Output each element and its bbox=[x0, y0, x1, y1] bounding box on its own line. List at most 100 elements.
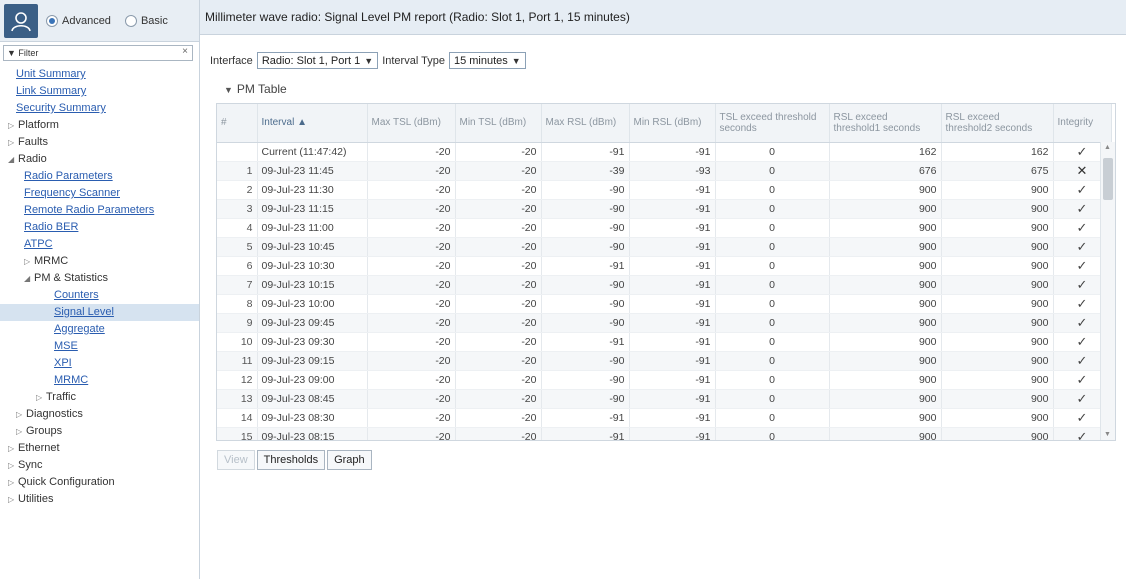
scrollbar-thumb[interactable] bbox=[1103, 158, 1113, 200]
cell-min-tsl: -20 bbox=[455, 180, 542, 200]
nav-mse-label[interactable]: MSE bbox=[54, 340, 78, 352]
interface-select[interactable]: Radio: Slot 1, Port 1 ▼ bbox=[256, 52, 379, 69]
cell-index: 15 bbox=[217, 427, 258, 440]
table-row[interactable]: 10 09-Jul-23 09:30 -20 -20 -91 -91 0 900 900 ✓ bbox=[217, 332, 1112, 352]
nav-signal-level[interactable]: Signal Level bbox=[0, 304, 199, 321]
nav-xpi[interactable]: XPI bbox=[0, 355, 199, 372]
nav-platform[interactable]: ▷ Platform bbox=[0, 117, 199, 134]
nav-aggregate[interactable]: Aggregate bbox=[0, 321, 199, 338]
user-button[interactable] bbox=[4, 3, 38, 38]
expand-arrow-icon[interactable]: ▷ bbox=[8, 474, 18, 491]
nav-radio-ber-label[interactable]: Radio BER bbox=[24, 221, 78, 233]
expand-arrow-icon[interactable]: ▷ bbox=[8, 117, 18, 134]
collapse-arrow-icon[interactable]: ◢ bbox=[24, 270, 34, 287]
nav-radio-parameters[interactable]: Radio Parameters bbox=[0, 168, 199, 185]
expand-arrow-icon[interactable]: ▷ bbox=[8, 457, 18, 474]
col-header-tsl-exceed[interactable]: TSL exceed threshold seconds bbox=[715, 104, 830, 143]
nav-unit-summary[interactable]: Unit Summary bbox=[0, 66, 199, 83]
nav-security-summary-label[interactable]: Security Summary bbox=[16, 102, 106, 114]
table-row[interactable]: 12 09-Jul-23 09:00 -20 -20 -90 -91 0 900 900 ✓ bbox=[217, 370, 1112, 390]
view-button[interactable]: View bbox=[217, 450, 255, 470]
nav-radio-ber[interactable]: Radio BER bbox=[0, 219, 199, 236]
nav-mrmc-label[interactable]: MRMC bbox=[54, 374, 88, 386]
nav-aggregate-label[interactable]: Aggregate bbox=[54, 323, 105, 335]
col-header-interval[interactable]: Interval ▲ bbox=[257, 104, 368, 143]
nav-counters[interactable]: Counters bbox=[0, 287, 199, 304]
nav-atpc-label[interactable]: ATPC bbox=[24, 238, 53, 250]
table-row[interactable]: 2 09-Jul-23 11:30 -20 -20 -90 -91 0 900 900 ✓ bbox=[217, 180, 1112, 200]
col-header-rsl-exceed-1[interactable]: RSL exceed threshold1 seconds bbox=[829, 104, 942, 143]
table-row[interactable]: 6 09-Jul-23 10:30 -20 -20 -91 -91 0 900 900 ✓ bbox=[217, 256, 1112, 276]
col-header-max-tsl[interactable]: Max TSL (dBm) bbox=[367, 104, 456, 143]
scroll-down-icon[interactable]: ▼ bbox=[1104, 431, 1111, 438]
table-row[interactable]: 11 09-Jul-23 09:15 -20 -20 -90 -91 0 900 900 ✓ bbox=[217, 351, 1112, 371]
radio-advanced[interactable] bbox=[46, 14, 58, 27]
mode-basic-option[interactable]: Basic bbox=[124, 14, 168, 27]
nav-frequency-scanner[interactable]: Frequency Scanner bbox=[0, 185, 199, 202]
nav-diagnostics[interactable]: ▷ Diagnostics bbox=[0, 406, 199, 423]
nav-groups[interactable]: ▷ Groups bbox=[0, 423, 199, 440]
radio-basic[interactable] bbox=[124, 14, 137, 27]
nav-signal-level-label[interactable]: Signal Level bbox=[54, 306, 114, 318]
filter-input[interactable]: ▼ Filter × bbox=[3, 45, 193, 61]
nav-atpc[interactable]: ATPC bbox=[0, 236, 199, 253]
nav-radio-parameters-label[interactable]: Radio Parameters bbox=[24, 170, 113, 182]
mode-advanced-option[interactable]: Advanced bbox=[46, 14, 111, 27]
cell-rsl-exceed-1: 900 bbox=[829, 237, 942, 257]
table-row[interactable]: 1 09-Jul-23 11:45 -20 -20 -39 -93 0 676 675 ✕ bbox=[217, 161, 1112, 181]
table-row[interactable]: 7 09-Jul-23 10:15 -20 -20 -90 -91 0 900 900 ✓ bbox=[217, 275, 1112, 295]
col-header-index[interactable]: # bbox=[217, 104, 258, 143]
nav-mse[interactable]: MSE bbox=[0, 338, 199, 355]
nav-remote-radio-parameters-label[interactable]: Remote Radio Parameters bbox=[24, 204, 154, 216]
nav-remote-radio-parameters[interactable]: Remote Radio Parameters bbox=[0, 202, 199, 219]
nav-security-summary[interactable]: Security Summary bbox=[0, 100, 199, 117]
interval-type-select[interactable]: 15 minutes ▼ bbox=[448, 52, 526, 69]
expand-arrow-icon[interactable]: ▷ bbox=[8, 491, 18, 508]
table-row[interactable]: 8 09-Jul-23 10:00 -20 -20 -90 -91 0 900 900 ✓ bbox=[217, 294, 1112, 314]
table-row[interactable]: 5 09-Jul-23 10:45 -20 -20 -90 -91 0 900 900 ✓ bbox=[217, 237, 1112, 257]
expand-arrow-icon[interactable]: ▷ bbox=[8, 440, 18, 457]
table-row[interactable]: 14 09-Jul-23 08:30 -20 -20 -91 -91 0 900 900 ✓ bbox=[217, 408, 1112, 428]
expand-arrow-icon[interactable]: ▷ bbox=[36, 389, 46, 406]
nav-sync[interactable]: ▷ Sync bbox=[0, 457, 199, 474]
nav-traffic[interactable]: ▷ Traffic bbox=[0, 389, 199, 406]
clear-filter-icon[interactable]: × bbox=[182, 46, 188, 57]
nav-mrmc-group[interactable]: ▷ MRMC bbox=[0, 253, 199, 270]
expand-arrow-icon[interactable]: ▷ bbox=[24, 253, 34, 270]
nav-link-summary-label[interactable]: Link Summary bbox=[16, 85, 86, 97]
collapse-arrow-icon[interactable]: ◢ bbox=[8, 151, 18, 168]
nav-faults[interactable]: ▷ Faults bbox=[0, 134, 199, 151]
expand-arrow-icon[interactable]: ▷ bbox=[16, 406, 26, 423]
pm-table-section-toggle[interactable]: ▼ PM Table bbox=[224, 82, 287, 96]
thresholds-button[interactable]: Thresholds bbox=[256, 450, 326, 470]
col-header-max-rsl[interactable]: Max RSL (dBm) bbox=[541, 104, 630, 143]
table-row[interactable]: 9 09-Jul-23 09:45 -20 -20 -90 -91 0 900 900 ✓ bbox=[217, 313, 1112, 333]
nav-frequency-scanner-label[interactable]: Frequency Scanner bbox=[24, 187, 120, 199]
nav-counters-label[interactable]: Counters bbox=[54, 289, 99, 301]
col-header-min-rsl[interactable]: Min RSL (dBm) bbox=[629, 104, 716, 143]
table-row[interactable]: 4 09-Jul-23 11:00 -20 -20 -90 -91 0 900 900 ✓ bbox=[217, 218, 1112, 238]
cell-interval: 09-Jul-23 08:15 bbox=[257, 427, 368, 440]
col-header-integrity[interactable]: Integrity bbox=[1053, 104, 1112, 143]
table-row[interactable]: 3 09-Jul-23 11:15 -20 -20 -90 -91 0 900 900 ✓ bbox=[217, 199, 1112, 219]
cell-tsl-exceed: 0 bbox=[715, 199, 830, 219]
nav-pm-statistics[interactable]: ◢ PM & Statistics bbox=[0, 270, 199, 287]
nav-quick-configuration[interactable]: ▷ Quick Configuration bbox=[0, 474, 199, 491]
table-row[interactable]: 13 09-Jul-23 08:45 -20 -20 -90 -91 0 900 900 ✓ bbox=[217, 389, 1112, 409]
table-row[interactable]: 15 09-Jul-23 08:15 -20 -20 -91 -91 0 900 900 ✓ bbox=[217, 427, 1112, 440]
expand-arrow-icon[interactable]: ▷ bbox=[16, 423, 26, 440]
scroll-up-icon[interactable]: ▲ bbox=[1104, 144, 1111, 151]
table-scrollbar[interactable]: ▲ ▼ bbox=[1100, 142, 1115, 440]
nav-radio[interactable]: ◢ Radio bbox=[0, 151, 199, 168]
nav-link-summary[interactable]: Link Summary bbox=[0, 83, 199, 100]
nav-mrmc[interactable]: MRMC bbox=[0, 372, 199, 389]
nav-utilities[interactable]: ▷ Utilities bbox=[0, 491, 199, 508]
graph-button[interactable]: Graph bbox=[327, 450, 372, 470]
nav-xpi-label[interactable]: XPI bbox=[54, 357, 72, 369]
nav-ethernet[interactable]: ▷ Ethernet bbox=[0, 440, 199, 457]
col-header-rsl-exceed-2[interactable]: RSL exceed threshold2 seconds bbox=[941, 104, 1054, 143]
col-header-min-tsl[interactable]: Min TSL (dBm) bbox=[455, 104, 542, 143]
table-row[interactable]: Current (11:47:42) -20 -20 -91 -91 0 162 162 ✓ bbox=[217, 142, 1112, 162]
nav-unit-summary-label[interactable]: Unit Summary bbox=[16, 68, 86, 80]
expand-arrow-icon[interactable]: ▷ bbox=[8, 134, 18, 151]
